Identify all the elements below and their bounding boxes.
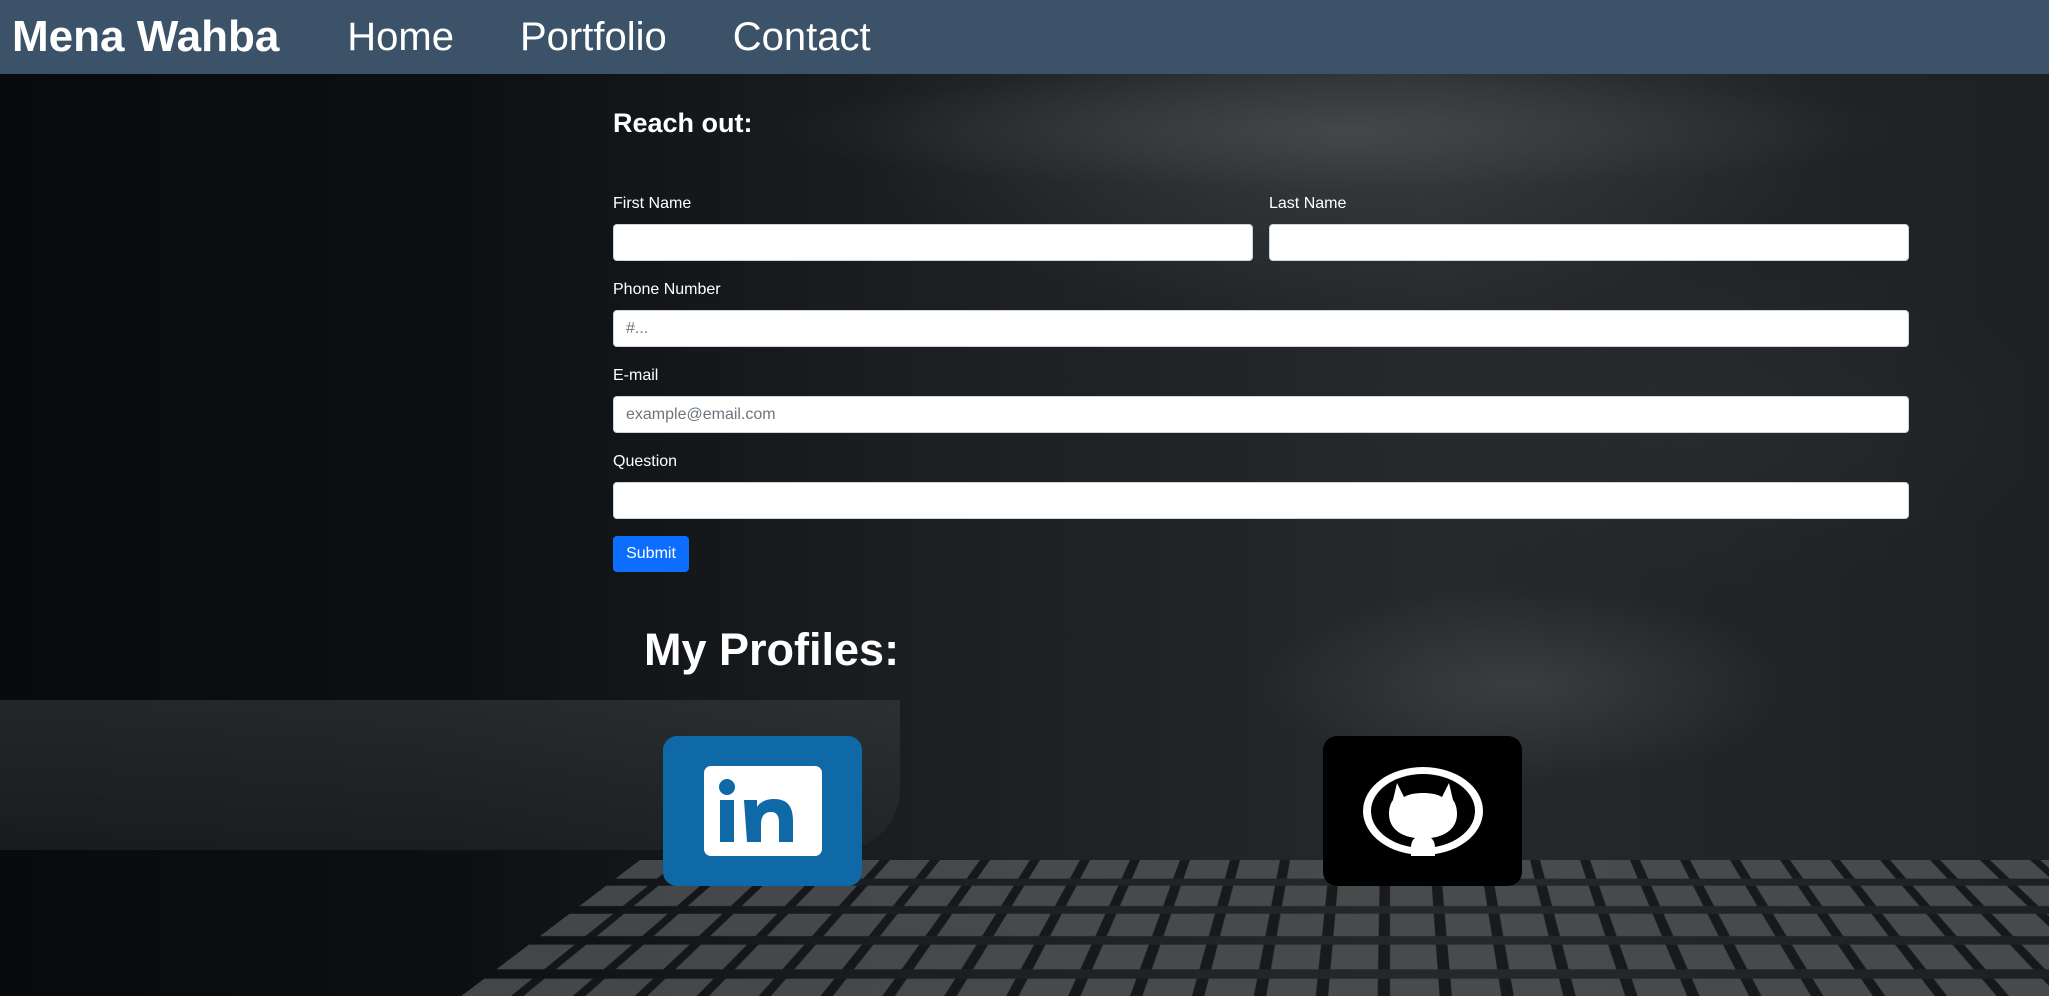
navbar: Mena Wahba Home Portfolio Contact [0,0,2049,74]
first-name-label: First Name [613,195,692,212]
submit-button[interactable]: Submit [613,536,689,572]
github-icon [1362,767,1483,856]
last-name-label: Last Name [1269,195,1347,212]
linkedin-icon [703,766,822,856]
email-input[interactable] [613,396,1909,433]
nav-link-home[interactable]: Home [347,17,454,57]
phone-input[interactable] [613,310,1909,347]
github-profile-link[interactable] [1323,736,1522,886]
email-label: E-mail [613,367,659,384]
linkedin-profile-link[interactable] [663,736,862,886]
question-label: Question [613,453,678,470]
brand-link[interactable]: Mena Wahba [12,15,279,59]
phone-label: Phone Number [613,281,721,298]
nav-link-contact[interactable]: Contact [733,17,871,57]
form-heading: Reach out: [613,108,753,138]
last-name-input[interactable] [1269,224,1909,261]
question-input[interactable] [613,482,1909,519]
first-name-input[interactable] [613,224,1253,261]
profiles-heading: My Profiles: [644,624,900,675]
nav-link-portfolio[interactable]: Portfolio [520,17,667,57]
